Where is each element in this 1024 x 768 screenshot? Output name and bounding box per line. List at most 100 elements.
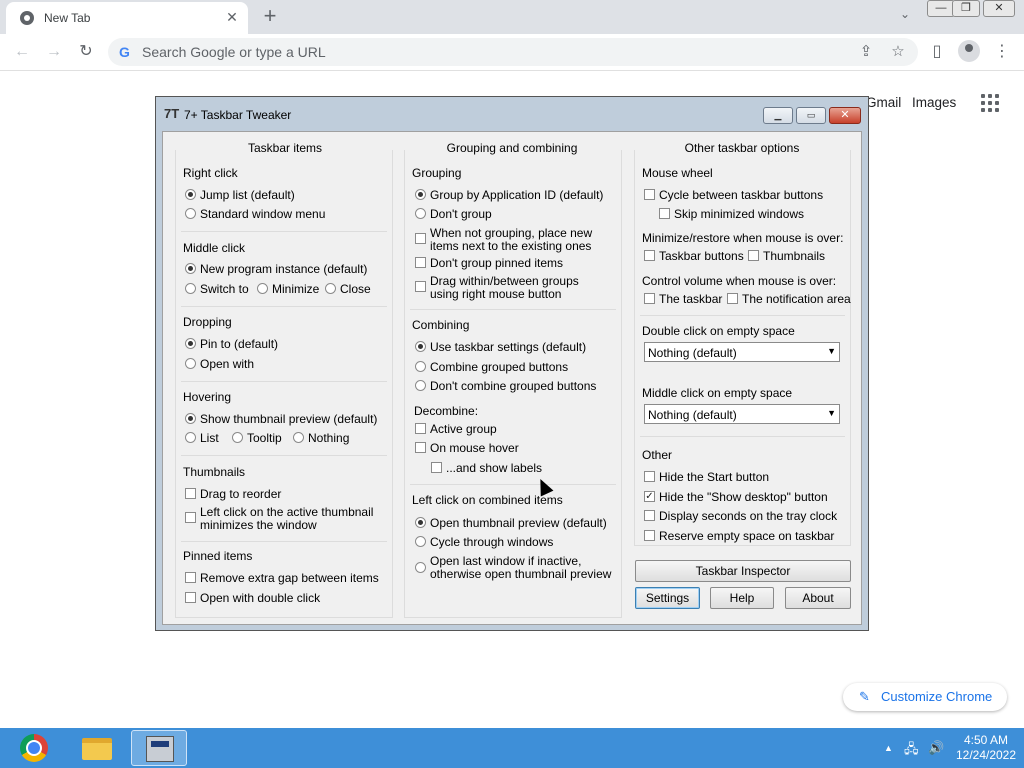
right-click-jumplist-label[interactable]: Jump list (default) — [200, 189, 295, 202]
dont-combine-radio[interactable] — [415, 380, 426, 391]
show-labels-label[interactable]: ...and show labels — [446, 462, 542, 475]
skip-minimized-checkbox[interactable] — [659, 208, 670, 219]
taskbar-tweaker-button[interactable] — [131, 730, 187, 766]
middle-click-switch-radio[interactable] — [185, 283, 196, 294]
open-double-click-label[interactable]: Open with double click — [200, 592, 320, 605]
hovering-list-label[interactable]: List — [200, 432, 219, 445]
back-button[interactable]: ← — [11, 42, 33, 64]
dropping-open-with-label[interactable]: Open with — [200, 358, 254, 371]
network-icon[interactable]: 🖧 — [904, 740, 919, 762]
volume-icon[interactable]: 🔊 — [928, 740, 944, 756]
share-icon[interactable]: ⇪ — [856, 42, 876, 60]
group-by-appid-label[interactable]: Group by Application ID (default) — [430, 189, 603, 202]
taskbar-explorer-button[interactable] — [69, 730, 125, 766]
taskbar-inspector-button[interactable]: Taskbar Inspector — [635, 560, 851, 582]
drag-to-reorder-label[interactable]: Drag to reorder — [200, 488, 281, 501]
cycle-windows-radio[interactable] — [415, 536, 426, 547]
middle-click-new-instance-radio[interactable] — [185, 263, 196, 274]
dont-group-pinned-checkbox[interactable] — [415, 257, 426, 268]
min-taskbar-buttons-label[interactable]: Taskbar buttons — [659, 250, 744, 263]
tweaker-minimize-button[interactable]: ▁ — [763, 107, 793, 124]
dropping-open-with-radio[interactable] — [185, 358, 196, 369]
place-new-items-label-2[interactable]: items next to the existing ones — [430, 240, 591, 253]
reload-button[interactable]: ↻ — [75, 42, 97, 64]
remove-gap-checkbox[interactable] — [185, 572, 196, 583]
reserve-space-checkbox[interactable] — [644, 530, 655, 541]
dont-group-radio[interactable] — [415, 208, 426, 219]
window-close-button[interactable]: ✕ — [983, 0, 1015, 17]
decombine-mouse-hover-label[interactable]: On mouse hover — [430, 442, 519, 455]
middle-click-close-radio[interactable] — [325, 283, 336, 294]
display-seconds-checkbox[interactable] — [644, 510, 655, 521]
middle-click-switch-label[interactable]: Switch to — [200, 283, 249, 296]
use-taskbar-settings-radio[interactable] — [415, 341, 426, 352]
dropping-pin-label[interactable]: Pin to (default) — [200, 338, 278, 351]
images-link[interactable]: Images — [912, 95, 956, 110]
min-thumbnails-checkbox[interactable] — [748, 250, 759, 261]
left-click-active-thumb-label-2[interactable]: minimizes the window — [200, 519, 317, 532]
open-thumb-preview-radio[interactable] — [415, 517, 426, 528]
chrome-menu-button[interactable]: ⋮ — [991, 42, 1013, 64]
customize-chrome-button[interactable]: ✎ Customize Chrome — [843, 683, 1007, 711]
hovering-tooltip-radio[interactable] — [232, 432, 243, 443]
profile-avatar[interactable] — [958, 40, 980, 62]
decombine-mouse-hover-checkbox[interactable] — [415, 442, 426, 453]
volume-taskbar-label[interactable]: The taskbar — [659, 293, 722, 306]
combine-grouped-radio[interactable] — [415, 361, 426, 372]
drag-to-reorder-checkbox[interactable] — [185, 488, 196, 499]
cycle-buttons-checkbox[interactable] — [644, 189, 655, 200]
display-seconds-label[interactable]: Display seconds on the tray clock — [659, 510, 837, 523]
reserve-space-label[interactable]: Reserve empty space on taskbar — [659, 530, 834, 543]
right-click-standard-label[interactable]: Standard window menu — [200, 208, 325, 221]
cycle-buttons-label[interactable]: Cycle between taskbar buttons — [659, 189, 823, 202]
combine-grouped-label[interactable]: Combine grouped buttons — [430, 361, 568, 374]
tab-close-icon[interactable]: ✕ — [224, 9, 240, 26]
tweaker-close-button[interactable]: ✕ — [829, 107, 861, 124]
omnibox[interactable]: G Search Google or type a URL ⇪ ☆ — [108, 38, 918, 66]
double-click-empty-dropdown[interactable]: Nothing (default) ▼ — [644, 342, 840, 362]
open-last-window-radio[interactable] — [415, 562, 426, 573]
drag-right-mouse-checkbox[interactable] — [415, 281, 426, 292]
settings-button[interactable]: Settings — [635, 587, 700, 609]
middle-click-empty-dropdown[interactable]: Nothing (default) ▼ — [644, 404, 840, 424]
middle-click-minimize-radio[interactable] — [257, 283, 268, 294]
open-last-window-label-2[interactable]: otherwise open thumbnail preview — [430, 568, 611, 581]
bookmark-star-icon[interactable]: ☆ — [888, 42, 908, 60]
hovering-tooltip-label[interactable]: Tooltip — [247, 432, 282, 445]
hide-start-checkbox[interactable] — [644, 471, 655, 482]
open-double-click-checkbox[interactable] — [185, 592, 196, 603]
tab-new-tab[interactable]: New Tab ✕ — [6, 2, 248, 34]
place-new-items-checkbox[interactable] — [415, 233, 426, 244]
hovering-thumbnail-label[interactable]: Show thumbnail preview (default) — [200, 413, 377, 426]
tray-clock[interactable]: 4:50 AM 12/24/2022 — [952, 733, 1020, 763]
tweaker-titlebar[interactable]: 7T 7+ Taskbar Tweaker ▁ ▭ ✕ — [156, 97, 868, 131]
hide-start-label[interactable]: Hide the Start button — [659, 471, 769, 484]
tab-search-button[interactable]: ⌄ — [895, 7, 915, 27]
cycle-windows-label[interactable]: Cycle through windows — [430, 536, 553, 549]
forward-button[interactable]: → — [43, 42, 65, 64]
new-tab-button[interactable]: + — [258, 4, 282, 28]
tray-overflow-icon[interactable]: ▲ — [884, 743, 893, 753]
middle-click-minimize-label[interactable]: Minimize — [272, 283, 319, 296]
decombine-active-group-checkbox[interactable] — [415, 423, 426, 434]
tweaker-maximize-button[interactable]: ▭ — [796, 107, 826, 124]
group-by-appid-radio[interactable] — [415, 189, 426, 200]
open-thumb-preview-label[interactable]: Open thumbnail preview (default) — [430, 517, 607, 530]
hovering-thumbnail-radio[interactable] — [185, 413, 196, 424]
remove-gap-label[interactable]: Remove extra gap between items — [200, 572, 379, 585]
volume-taskbar-checkbox[interactable] — [644, 293, 655, 304]
decombine-active-group-label[interactable]: Active group — [430, 423, 497, 436]
window-restore-button[interactable]: ❐ — [952, 0, 980, 17]
taskbar-chrome-button[interactable] — [6, 730, 62, 766]
dropping-pin-radio[interactable] — [185, 338, 196, 349]
help-button[interactable]: Help — [710, 587, 774, 609]
show-labels-checkbox[interactable] — [431, 462, 442, 473]
hovering-nothing-radio[interactable] — [293, 432, 304, 443]
dont-combine-label[interactable]: Don't combine grouped buttons — [430, 380, 596, 393]
hovering-list-radio[interactable] — [185, 432, 196, 443]
drag-right-mouse-label-2[interactable]: using right mouse button — [430, 288, 561, 301]
gmail-link[interactable]: Gmail — [866, 95, 901, 110]
hide-show-desktop-checkbox[interactable]: ✓ — [644, 491, 655, 502]
volume-notification-checkbox[interactable] — [727, 293, 738, 304]
middle-click-new-instance-label[interactable]: New program instance (default) — [200, 263, 367, 276]
